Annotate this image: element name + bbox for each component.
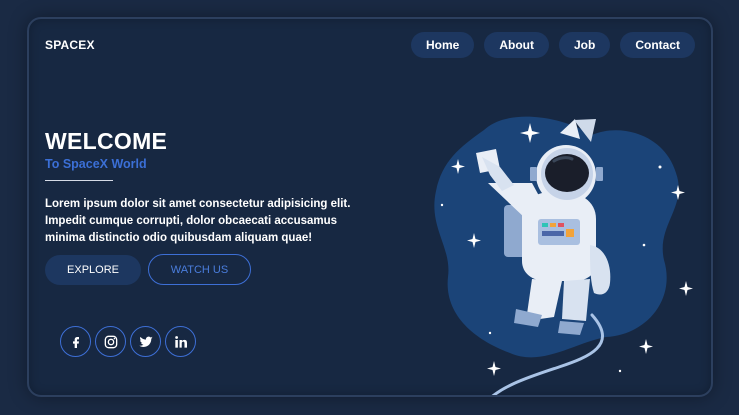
nav-item-job[interactable]: Job xyxy=(558,32,611,58)
instagram-icon xyxy=(104,335,117,348)
facebook-link[interactable] xyxy=(60,326,91,357)
nav-item-about[interactable]: About xyxy=(484,32,549,58)
explore-button[interactable]: EXPLORE xyxy=(45,255,141,285)
nav-item-contact[interactable]: Contact xyxy=(620,32,695,58)
nav-item-home[interactable]: Home xyxy=(410,32,475,58)
hero-description: Lorem ipsum dolor sit amet consectetur a… xyxy=(45,198,351,244)
brand-logo[interactable]: SPACEX xyxy=(45,38,95,52)
astronaut-illustration xyxy=(434,116,693,395)
hero-subtitle: To SpaceX World xyxy=(45,157,147,171)
twitter-icon xyxy=(138,336,153,347)
social-links xyxy=(60,326,196,357)
watch-us-button[interactable]: WATCH US xyxy=(148,254,251,285)
hero-divider xyxy=(45,180,113,181)
page-frame: SPACEX Home About Job Contact WELCOME To… xyxy=(27,17,713,397)
main-nav: Home About Job Contact xyxy=(410,32,695,58)
hero-title: WELCOME xyxy=(45,128,168,154)
instagram-link[interactable] xyxy=(95,326,126,357)
facebook-icon xyxy=(72,336,79,348)
twitter-link[interactable] xyxy=(130,326,161,357)
linkedin-icon xyxy=(174,335,187,348)
linkedin-link[interactable] xyxy=(165,326,196,357)
